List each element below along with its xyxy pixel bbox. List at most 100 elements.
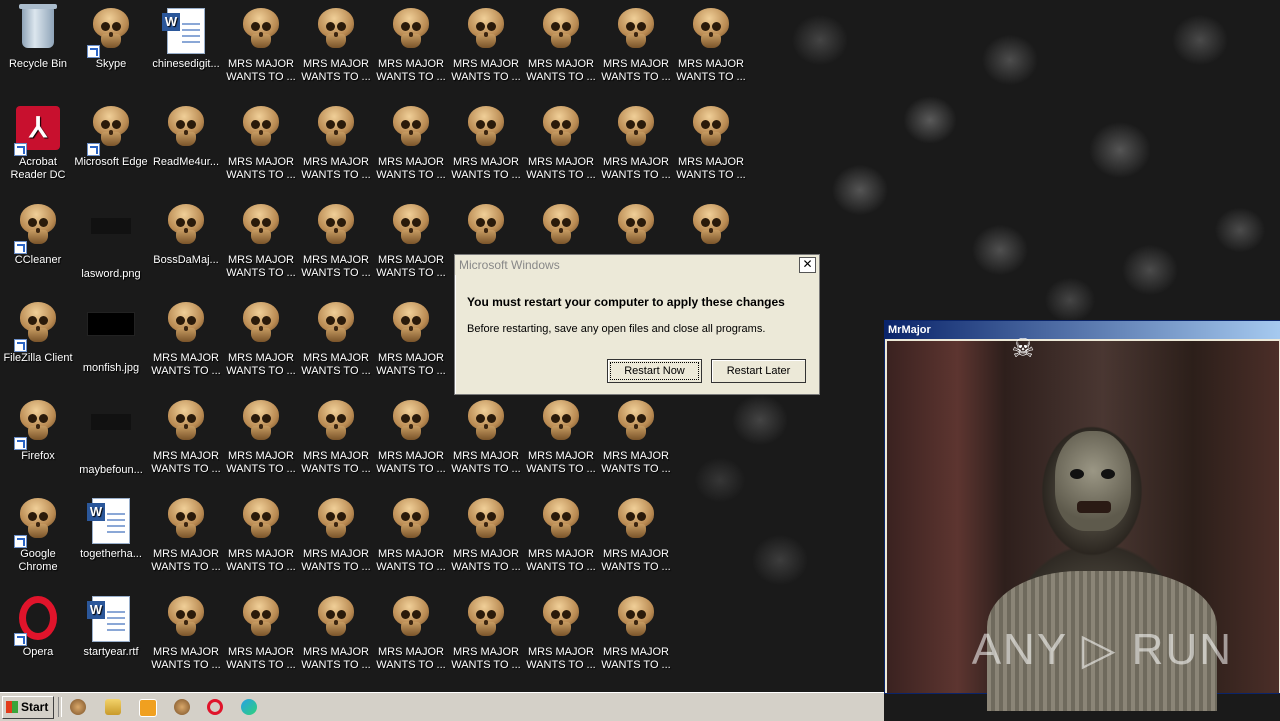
mrs-major-file[interactable]: MRS MAJOR WANTS TO ... — [298, 298, 374, 388]
mrs-major-file[interactable]: MRS MAJOR WANTS TO ... — [223, 298, 299, 388]
filezilla-shortcut[interactable]: FileZilla Client — [0, 298, 76, 388]
mrs-major-file[interactable]: MRS MAJOR WANTS TO ... — [373, 200, 449, 290]
icon-label: MRS MAJOR WANTS TO ... — [601, 646, 671, 671]
edge-taskbar-icon[interactable] — [241, 699, 257, 715]
mrmajor-titlebar[interactable]: MrMajor — [885, 321, 1280, 339]
mrs-major-file[interactable]: MRS MAJOR WANTS TO ... — [148, 592, 224, 682]
mrs-major-file[interactable]: MRS MAJOR WANTS TO ... — [448, 494, 524, 584]
mrs-major-file[interactable]: MRS MAJOR WANTS TO ... — [598, 102, 674, 192]
chinesedigit-file[interactable]: chinesedigit... — [148, 4, 224, 94]
mrs-major-file[interactable]: MRS MAJOR WANTS TO ... — [223, 592, 299, 682]
ccleaner-shortcut[interactable]: CCleaner — [0, 200, 76, 290]
startyear-file[interactable]: startyear.rtf — [73, 592, 149, 682]
mrs-major-file[interactable]: MRS MAJOR WANTS TO ... — [223, 4, 299, 94]
mrs-major-file[interactable]: MRS MAJOR WANTS TO ... — [523, 396, 599, 486]
chrome-shortcut[interactable]: Google Chrome — [0, 494, 76, 584]
mrs-major-file[interactable]: MRS MAJOR WANTS TO ... — [223, 494, 299, 584]
word-document-icon — [87, 498, 135, 546]
mrs-major-file[interactable]: MRS MAJOR WANTS TO ... — [148, 494, 224, 584]
mrs-major-file[interactable]: MRS MAJOR WANTS TO ... — [448, 102, 524, 192]
mrs-major-file[interactable]: MRS MAJOR WANTS TO ... — [298, 200, 374, 290]
doll-image: ANY ▷ RUN — [887, 341, 1279, 711]
mrs-major-file[interactable]: MRS MAJOR WANTS TO ... — [298, 494, 374, 584]
mrs-major-file[interactable]: MRS MAJOR WANTS TO ... — [223, 102, 299, 192]
restart-later-button[interactable]: Restart Later — [711, 359, 806, 383]
mrs-major-file[interactable]: MRS MAJOR WANTS TO ... — [373, 592, 449, 682]
start-label: Start — [21, 700, 49, 714]
mrs-major-file[interactable]: MRS MAJOR WANTS TO ... — [223, 396, 299, 486]
mrs-major-file[interactable]: MRS MAJOR WANTS TO ... — [223, 200, 299, 290]
recycle-bin-icon[interactable]: Recycle Bin — [0, 4, 76, 94]
acrobat-reader-shortcut[interactable]: ⅄ Acrobat Reader DC — [0, 102, 76, 192]
mrs-major-file[interactable]: MRS MAJOR WANTS TO ... — [523, 102, 599, 192]
mrs-major-file[interactable]: MRS MAJOR WANTS TO ... — [298, 102, 374, 192]
mrs-major-file[interactable]: MRS MAJOR WANTS TO ... — [373, 494, 449, 584]
opera-shortcut[interactable]: Opera — [0, 592, 76, 682]
skull-icon — [612, 8, 660, 56]
maybefound-file[interactable]: maybefoun... — [73, 396, 149, 486]
icon-label: MRS MAJOR WANTS TO ... — [301, 646, 371, 671]
restart-now-button[interactable]: Restart Now — [607, 359, 702, 383]
icon-label: MRS MAJOR WANTS TO ... — [151, 548, 221, 573]
mrs-major-file[interactable]: MRS MAJOR WANTS TO ... — [448, 592, 524, 682]
mrs-major-file[interactable]: MRS MAJOR WANTS TO ... — [373, 298, 449, 388]
icon-label: MRS MAJOR WANTS TO ... — [226, 254, 296, 279]
skull-taskbar-icon[interactable] — [70, 699, 86, 715]
mrs-major-file[interactable]: MRS MAJOR WANTS TO ... — [148, 298, 224, 388]
skull-icon — [14, 204, 62, 254]
mrs-major-file[interactable]: MRS MAJOR WANTS TO ... — [598, 4, 674, 94]
close-icon[interactable]: ✕ — [799, 257, 816, 273]
bossdamaj-file[interactable]: BossDaMaj... — [148, 200, 224, 290]
mrs-major-file[interactable]: MRS MAJOR WANTS TO ... — [598, 592, 674, 682]
icon-label: MRS MAJOR WANTS TO ... — [601, 450, 671, 475]
icon-label: MRS MAJOR WANTS TO ... — [301, 254, 371, 279]
mrs-major-file[interactable]: MRS MAJOR WANTS TO ... — [448, 4, 524, 94]
skull-icon — [537, 498, 585, 546]
mrs-major-file[interactable]: MRS MAJOR WANTS TO ... — [373, 396, 449, 486]
icon-label: MRS MAJOR WANTS TO ... — [301, 156, 371, 181]
dialog-message: Before restarting, save any open files a… — [467, 323, 766, 335]
mrs-major-file[interactable]: MRS MAJOR WANTS TO ... — [148, 396, 224, 486]
icon-label: MRS MAJOR WANTS TO ... — [376, 450, 446, 475]
folder-icon[interactable] — [105, 699, 121, 715]
icon-label: MRS MAJOR WANTS TO ... — [601, 156, 671, 181]
mrs-major-file[interactable]: MRS MAJOR WANTS TO ... — [298, 4, 374, 94]
dialog-titlebar[interactable]: Microsoft Windows — [455, 255, 819, 275]
start-button[interactable]: Start — [2, 696, 54, 719]
mrs-major-file[interactable]: MRS MAJOR WANTS TO ... — [523, 592, 599, 682]
edge-shortcut[interactable]: Microsoft Edge — [73, 102, 149, 192]
mrs-major-file[interactable]: MRS MAJOR WANTS TO ... — [298, 592, 374, 682]
togetherha-file[interactable]: togetherha... — [73, 494, 149, 584]
skull-icon — [462, 498, 510, 546]
skull-icon — [387, 106, 435, 154]
skull-icon — [537, 596, 585, 644]
skull-icon — [312, 498, 360, 546]
readme-file[interactable]: ReadMe4ur... — [148, 102, 224, 192]
trash-icon — [14, 4, 62, 56]
mrs-major-file[interactable]: MRS MAJOR WANTS TO ... — [448, 396, 524, 486]
mrs-major-file[interactable]: MRS MAJOR WANTS TO ... — [673, 4, 749, 94]
icon-label: FileZilla Client — [3, 352, 73, 364]
mrs-major-file[interactable]: MRS MAJOR WANTS TO ... — [373, 102, 449, 192]
firefox-shortcut[interactable]: Firefox — [0, 396, 76, 486]
skull-icon — [87, 8, 135, 58]
icon-label: MRS MAJOR WANTS TO ... — [601, 548, 671, 573]
mrs-major-file[interactable]: MRS MAJOR WANTS TO ... — [523, 494, 599, 584]
mrs-major-file[interactable]: MRS MAJOR WANTS TO ... — [298, 396, 374, 486]
skull-icon — [687, 8, 735, 56]
mrs-major-file[interactable]: MRS MAJOR WANTS TO ... — [373, 4, 449, 94]
mrs-major-file[interactable]: MRS MAJOR WANTS TO ... — [598, 494, 674, 584]
skull-taskbar-icon[interactable] — [174, 699, 190, 715]
skype-shortcut[interactable]: Skype — [73, 4, 149, 94]
opera-taskbar-icon[interactable] — [207, 699, 223, 715]
monfish-file[interactable]: monfish.jpg — [73, 298, 149, 388]
icon-label: Microsoft Edge — [74, 156, 148, 168]
skull-icon — [687, 106, 735, 154]
lasword-file[interactable]: lasword.png — [73, 200, 149, 290]
skull-icon — [162, 498, 210, 546]
mrs-major-file[interactable]: MRS MAJOR WANTS TO ... — [523, 4, 599, 94]
mrs-major-file[interactable]: MRS MAJOR WANTS TO ... — [673, 102, 749, 192]
mrs-major-file[interactable]: MRS MAJOR WANTS TO ... — [598, 396, 674, 486]
media-player-icon[interactable] — [139, 699, 157, 717]
icon-label: CCleaner — [14, 254, 62, 266]
